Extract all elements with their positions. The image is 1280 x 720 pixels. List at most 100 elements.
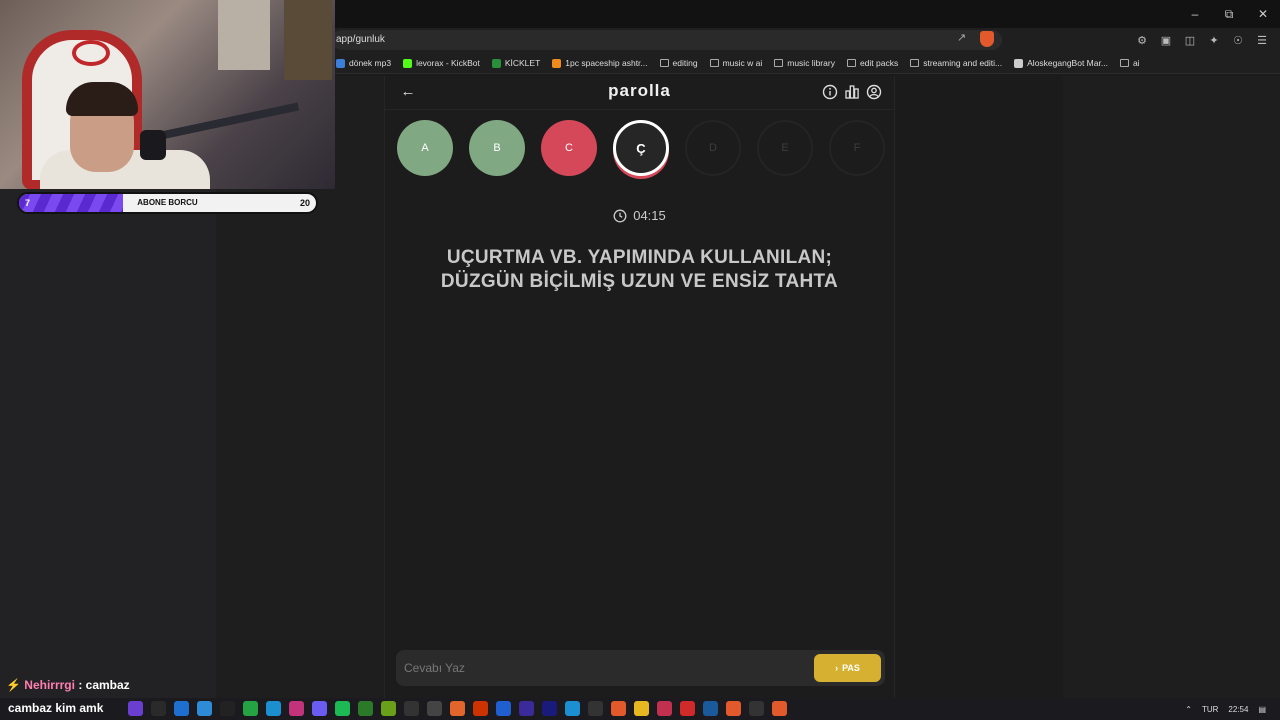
wall-poster [284,0,332,80]
taskbar-app-icon[interactable] [726,701,741,716]
taskbar-app-icon[interactable] [151,701,166,716]
profile-icon[interactable] [866,84,882,100]
brave-shields-icon[interactable] [980,31,994,47]
chat-text: cambaz kim amk [8,701,104,715]
chat-message: ⚡ Nehirrrgi : cambaz [6,678,130,692]
taskbar-app-icon[interactable] [128,701,143,716]
bookmark-item[interactable]: 1pc spaceship ashtr... [552,58,648,68]
sub-goal-target: 20 [299,198,310,208]
taskbar-app-icon[interactable] [519,701,534,716]
url-field[interactable]: app/gunluk [332,30,1002,50]
bookmark-label: editing [672,58,698,68]
bookmark-item[interactable]: dönek mp3 [336,58,391,68]
microphone [140,130,166,160]
taskbar-app-icon[interactable] [749,701,764,716]
bookmark-label: AloskegangBot Mar... [1027,58,1108,68]
wall-poster [218,0,270,70]
folder-icon [910,59,920,67]
right-gutter [1063,76,1280,698]
sidebar-icon[interactable]: ◫ [1182,32,1198,48]
language-indicator[interactable]: TUR [1202,705,1218,714]
favicon-icon [336,58,345,68]
stats-icon[interactable] [844,84,860,100]
header-actions [822,84,882,100]
taskbar-app-icon[interactable] [243,701,258,716]
taskbar-app-icon[interactable] [542,701,557,716]
taskbar-app-icon[interactable] [588,701,603,716]
taskbar-app-icon[interactable] [404,701,419,716]
bookmark-item[interactable]: levorax - KickBot [403,58,480,68]
taskbar-app-icon[interactable] [220,701,235,716]
taskbar-app-icon[interactable] [450,701,465,716]
taskbar-app-icon[interactable] [312,701,327,716]
toolbar-icons: ⚙ ▣ ◫ ✦ ☉ ☰ [1134,32,1270,48]
folder-icon [709,59,719,67]
clock-icon [613,209,627,222]
taskbar-app-icon[interactable] [680,701,695,716]
taskbar-app-icon[interactable] [266,701,281,716]
bookmark-item[interactable]: editing [659,58,698,68]
chat-message: cambaz kim amk [8,701,103,715]
chevron-right-icon: › [835,663,839,673]
folder-icon [846,59,856,67]
letter-correct: A [397,120,453,176]
pass-button[interactable]: › PAS [814,654,881,682]
letter-pending: D [685,120,741,176]
app-header: ← parolla [385,76,894,110]
taskbar-app-icon[interactable] [427,701,442,716]
vpn-shield-icon[interactable]: ☉ [1230,32,1246,48]
taskbar-app-icon[interactable] [473,701,488,716]
taskbar-app-icon[interactable] [611,701,626,716]
bookmark-item[interactable]: streaming and editi... [910,58,1002,68]
letter-correct: B [469,120,525,176]
minimize-button[interactable]: – [1178,0,1212,28]
bookmark-item[interactable]: KİCKLET [491,58,541,68]
taskbar-app-icon[interactable] [496,701,511,716]
answer-input[interactable] [404,658,804,678]
chair-logo [72,40,110,66]
restore-button[interactable]: ⧉ [1212,0,1246,28]
taskbar-app-icon[interactable] [657,701,672,716]
close-button[interactable]: ✕ [1246,0,1280,28]
share-icon[interactable]: ↗ [957,31,966,44]
taskbar-app-icon[interactable] [703,701,718,716]
mic-arm [150,102,300,142]
letter-wrong: C [541,120,597,176]
parolla-app: ← parolla ABCÇDEF 04:15 UÇURTMA VB. YAPI… [384,76,895,698]
menu-icon[interactable]: ☰ [1254,32,1270,48]
info-icon[interactable] [822,84,838,100]
bookmark-item[interactable]: music library [774,58,835,68]
taskbar-app-icon[interactable] [289,701,304,716]
letter-pending: F [829,120,885,176]
tray-chevron-icon[interactable]: ⌃ [1185,705,1192,714]
bookmark-label: KİCKLET [504,58,541,68]
extensions-icon[interactable]: ⚙ [1134,32,1150,48]
bookmark-item[interactable]: ai [1119,58,1140,68]
taskbar-app-icon[interactable] [772,701,787,716]
answer-form: › PAS [396,650,885,686]
clock[interactable]: 22:54 [1228,705,1248,714]
bookmark-item[interactable]: music w ai [709,58,762,68]
chat-text: : cambaz [78,678,130,692]
taskbar-app-icon[interactable] [197,701,212,716]
taskbar-app-icon[interactable] [634,701,649,716]
notification-icon[interactable]: ▤ [1258,705,1266,714]
system-tray: ⌃ TUR 22:54 ▤ [1185,698,1266,720]
bookmarks-list: dönek mp3 levorax - KickBot KİCKLET 1pc spa… [336,52,1140,74]
taskbar-app-icon[interactable] [358,701,373,716]
bookmark-label: levorax - KickBot [416,58,480,68]
leo-ai-icon[interactable]: ✦ [1206,32,1222,48]
pass-button-label: PAS [842,663,860,673]
app-logo[interactable]: parolla [385,81,894,101]
sub-goal-bar: 7 ABONE BORCU 20 [17,192,318,214]
taskbar-app-icon[interactable] [565,701,580,716]
bookmark-item[interactable]: edit packs [846,58,898,68]
taskbar-apps [128,701,787,716]
taskbar-app-icon[interactable] [174,701,189,716]
bookmark-item[interactable]: AloskegangBot Mar... [1014,58,1108,68]
letter-progress: ABCÇDEF [397,120,885,176]
timer: 04:15 [385,208,894,223]
wallet-icon[interactable]: ▣ [1158,32,1174,48]
taskbar-app-icon[interactable] [381,701,396,716]
taskbar-app-icon[interactable] [335,701,350,716]
